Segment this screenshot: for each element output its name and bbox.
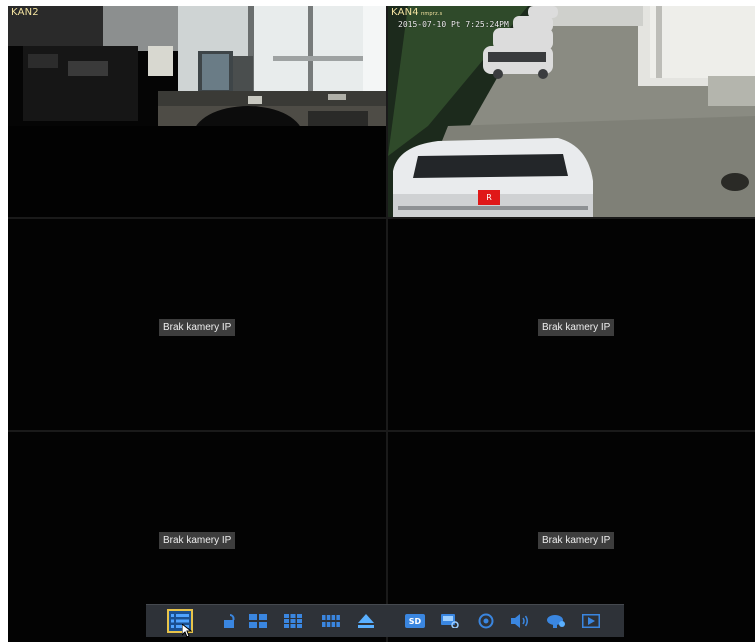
lock-icon	[224, 614, 235, 628]
layout-4-button[interactable]	[246, 610, 270, 632]
speaker-icon	[511, 614, 528, 628]
grid-9-icon	[284, 614, 302, 628]
no-ip-camera-label: Brak kamery IP	[159, 319, 236, 336]
grid-divider	[386, 6, 388, 642]
record-button[interactable]	[474, 610, 498, 632]
camera-label: KAN4 пmprz.s	[391, 7, 443, 18]
channel-empty[interactable]: Brak kamery IP	[8, 219, 386, 430]
recording-badge: R	[478, 190, 500, 205]
audio-button[interactable]	[508, 610, 532, 632]
ptz-icon	[547, 615, 565, 628]
no-ip-camera-label: Brak kamery IP	[538, 532, 615, 549]
eject-icon	[358, 614, 374, 628]
no-ip-camera-label: Brak kamery IP	[159, 532, 236, 549]
layout-9-button[interactable]	[281, 610, 305, 632]
sd-label: SD	[408, 616, 422, 626]
grid-divider	[8, 217, 755, 219]
grid-16-icon	[322, 615, 340, 627]
no-ip-camera-label: Brak kamery IP	[538, 319, 615, 336]
channel-kan4[interactable]: KAN4 пmprz.s 2015-07-10 Pt 7:25:24PM R	[388, 6, 755, 217]
channel-kan2[interactable]: KAN2	[8, 6, 386, 217]
play-button[interactable]	[579, 610, 603, 632]
layout-16-button[interactable]	[319, 610, 343, 632]
camera-grid: KAN2 KAN4 пmprz.s 2015-07-10 Pt 7:25:24P…	[8, 6, 755, 642]
osd-timestamp: 2015-07-10 Pt 7:25:24PM	[398, 20, 509, 29]
playback-search-button[interactable]	[438, 610, 462, 632]
nvr-toolbar: SD	[146, 604, 624, 637]
playback-icon	[441, 614, 459, 628]
grid-divider	[8, 430, 755, 432]
channel-empty[interactable]: Brak kamery IP	[388, 219, 755, 430]
camera-feed-parking	[388, 6, 755, 217]
camera-feed-office	[8, 6, 386, 217]
camera-label-suffix: пmprz.s	[420, 11, 443, 17]
ptz-button[interactable]	[544, 610, 568, 632]
eject-button[interactable]	[354, 610, 378, 632]
play-icon	[582, 614, 600, 628]
lock-button[interactable]	[218, 610, 242, 632]
nvr-monitor: KAN2 KAN4 пmprz.s 2015-07-10 Pt 7:25:24P…	[8, 6, 755, 642]
record-icon	[478, 613, 494, 629]
grid-4-icon	[249, 614, 267, 628]
camera-label: KAN2	[11, 7, 39, 18]
sd-storage-button[interactable]: SD	[403, 610, 427, 632]
mouse-cursor-icon	[182, 624, 192, 638]
